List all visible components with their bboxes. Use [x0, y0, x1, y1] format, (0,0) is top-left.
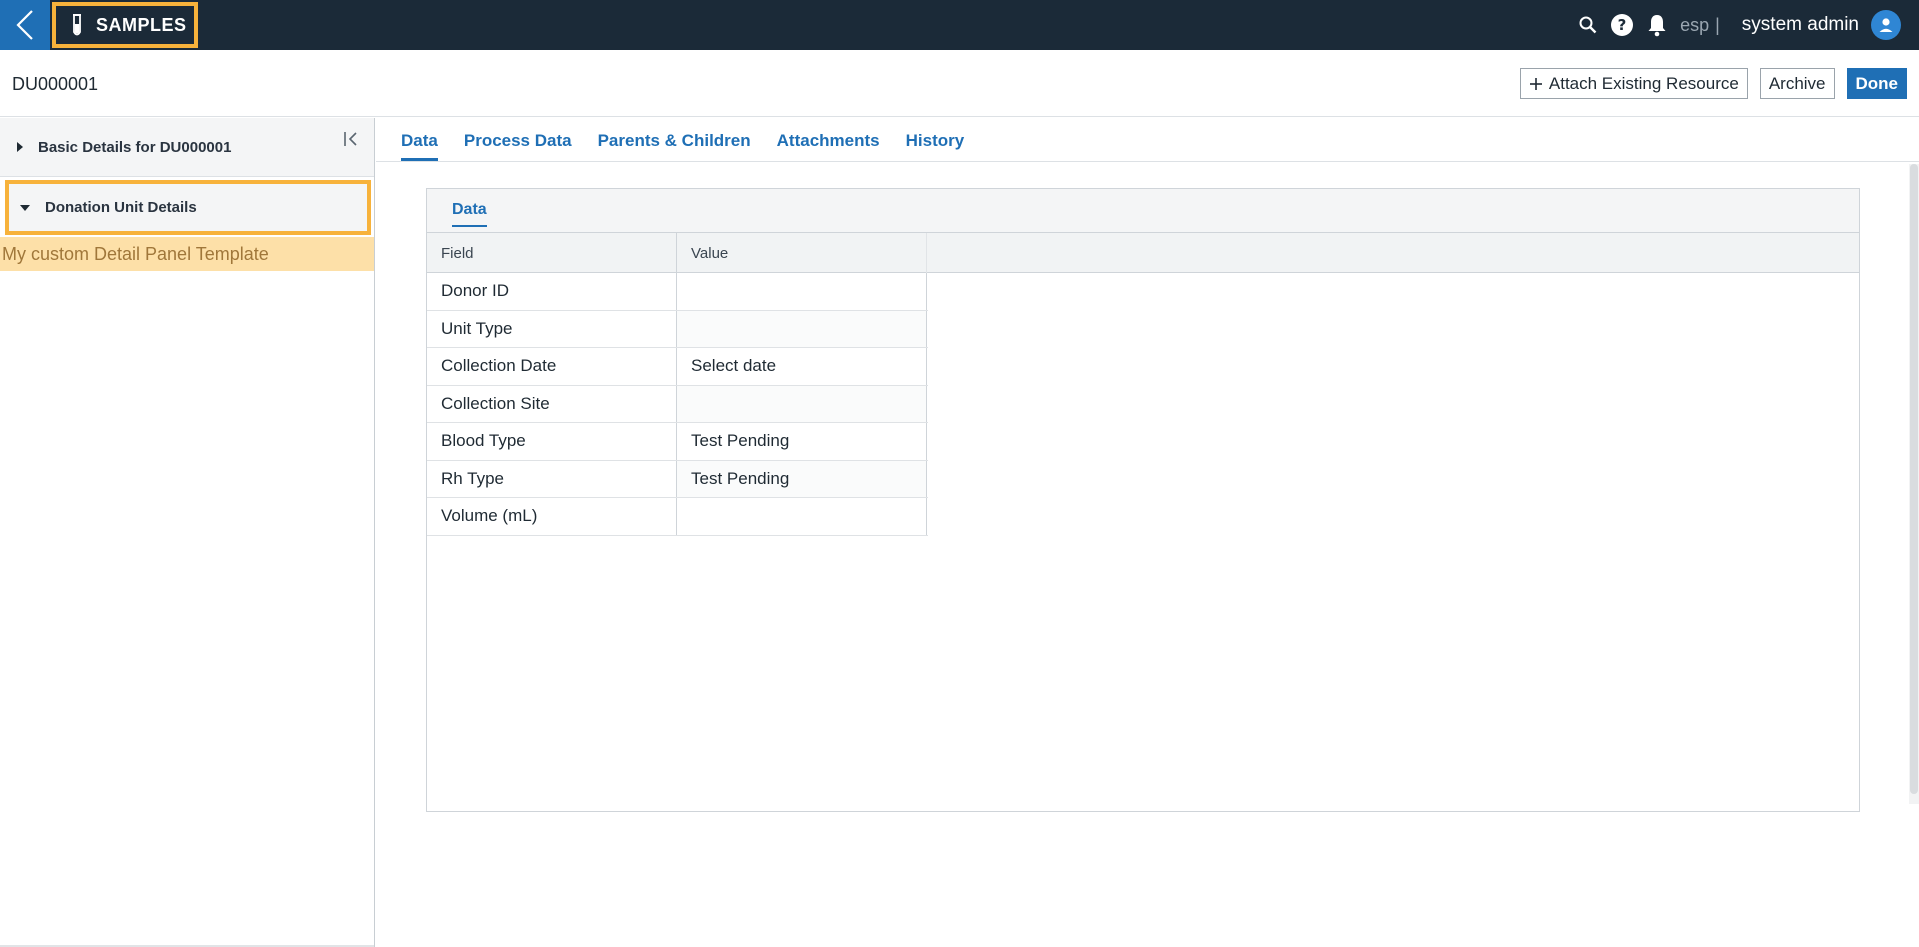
help-icon[interactable]: ? [1610, 13, 1634, 37]
tab-history[interactable]: History [906, 131, 965, 161]
value-cell[interactable]: Test Pending [677, 460, 927, 497]
vertical-scrollbar[interactable] [1909, 164, 1919, 804]
field-cell: Volume (mL) [427, 498, 677, 535]
field-cell: Blood Type [427, 423, 677, 460]
main-tabs: Data Process Data Parents & Children Att… [376, 118, 1919, 162]
back-button[interactable] [0, 0, 50, 50]
tab-attachments[interactable]: Attachments [777, 131, 880, 161]
value-cell[interactable] [677, 385, 927, 422]
value-cell[interactable] [677, 273, 927, 310]
attach-existing-resource-button[interactable]: Attach Existing Resource [1519, 68, 1748, 99]
field-cell: Rh Type [427, 460, 677, 497]
inner-tab-bar: Data [427, 189, 1859, 233]
data-panel: Data Field Value Donor ID Unit Type Coll… [426, 188, 1860, 812]
tab-process-data[interactable]: Process Data [464, 131, 572, 161]
column-header-field[interactable]: Field [427, 233, 677, 273]
plus-icon [1529, 77, 1542, 90]
donation-unit-details-section[interactable]: Donation Unit Details [5, 180, 371, 235]
test-tube-icon [73, 14, 81, 36]
language-selector[interactable]: esp [1680, 15, 1709, 36]
top-bar: SAMPLES ? esp | system admin [0, 0, 1919, 50]
done-button[interactable]: Done [1846, 68, 1907, 99]
chevron-left-icon [16, 10, 33, 40]
main-content: Data Process Data Parents & Children Att… [376, 118, 1919, 947]
field-cell: Collection Date [427, 348, 677, 385]
field-cell: Collection Site [427, 385, 677, 422]
table-row: Collection Site [427, 385, 928, 423]
record-title: DU000001 [12, 74, 99, 94]
value-cell[interactable] [677, 498, 927, 535]
header-actions: Attach Existing Resource Archive Done [1519, 68, 1907, 99]
archive-button[interactable]: Archive [1759, 68, 1835, 99]
grid-body: Donor ID Unit Type Collection Date Selec… [427, 273, 928, 536]
bell-icon[interactable] [1646, 13, 1668, 37]
scrollbar-thumb[interactable] [1910, 164, 1918, 794]
record-header: DU000001 Attach Existing Resource Archiv… [0, 50, 1919, 117]
attach-label: Attach Existing Resource [1548, 73, 1739, 93]
custom-template-text: My custom Detail Panel Template [0, 237, 374, 271]
value-cell[interactable]: Select date [677, 348, 927, 385]
basic-details-label: Basic Details for DU000001 [38, 138, 232, 156]
table-row: Blood Type Test Pending [427, 423, 928, 461]
table-row: Volume (mL) [427, 498, 928, 536]
avatar[interactable] [1871, 10, 1901, 40]
table-row: Rh Type Test Pending [427, 460, 928, 498]
table-row: Donor ID [427, 273, 928, 311]
caret-right-icon [17, 142, 23, 152]
user-icon [1879, 18, 1893, 32]
table-row: Unit Type [427, 310, 928, 348]
field-cell: Donor ID [427, 273, 677, 310]
topbar-separator: | [1715, 14, 1720, 35]
collapse-panel-icon[interactable] [342, 130, 360, 148]
topbar-actions: ? esp | system admin [1578, 0, 1901, 50]
value-cell[interactable]: Test Pending [677, 423, 927, 460]
field-cell: Unit Type [427, 310, 677, 347]
column-header-value[interactable]: Value [677, 233, 927, 273]
basic-details-section[interactable]: Basic Details for DU000001 [0, 118, 374, 177]
caret-down-icon [20, 204, 30, 211]
app-name: SAMPLES [96, 14, 187, 35]
tab-data[interactable]: Data [401, 131, 438, 161]
grid-header: Field Value [427, 233, 1859, 273]
inner-tab-data[interactable]: Data [452, 201, 487, 227]
user-name[interactable]: system admin [1742, 14, 1859, 36]
detail-side-panel: Basic Details for DU000001 Donation Unit… [0, 118, 375, 947]
value-cell[interactable] [677, 310, 927, 347]
svg-text:?: ? [1618, 16, 1627, 34]
search-icon[interactable] [1578, 15, 1598, 35]
donation-details-label: Donation Unit Details [45, 199, 197, 216]
table-row: Collection Date Select date [427, 348, 928, 386]
tab-parents-children[interactable]: Parents & Children [598, 131, 751, 161]
app-badge[interactable]: SAMPLES [52, 2, 198, 48]
